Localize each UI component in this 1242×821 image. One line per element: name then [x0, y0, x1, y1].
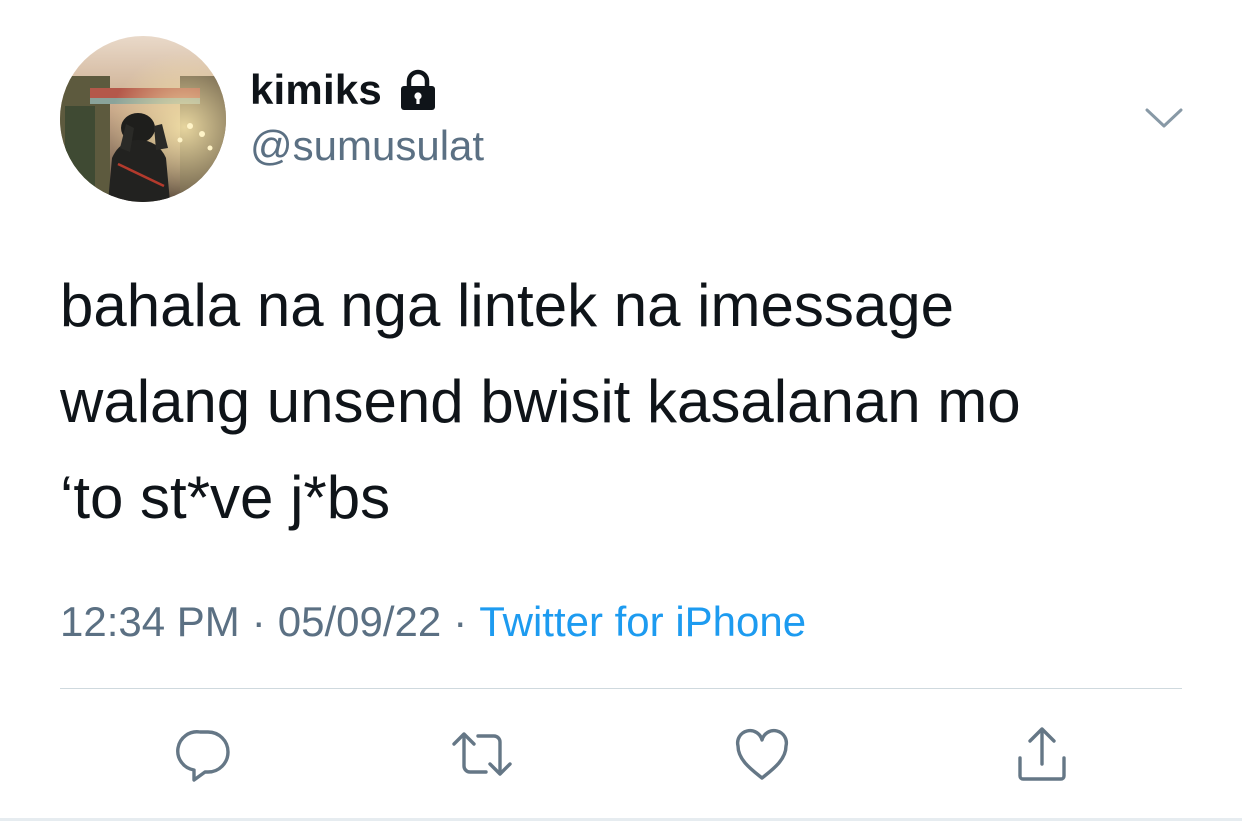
avatar-photo [60, 36, 226, 202]
separator: · [251, 598, 266, 645]
retweet-button[interactable] [450, 722, 514, 786]
reply-icon [176, 730, 230, 782]
divider [60, 688, 1182, 689]
tweet-time[interactable]: 12:34 PM [60, 598, 240, 645]
more-options-button[interactable] [1143, 102, 1185, 132]
tweet-source-link[interactable]: Twitter for iPhone [479, 598, 806, 645]
reply-button[interactable] [172, 722, 236, 786]
tweet-text: bahala na nga lintek na imessage walang … [60, 272, 1021, 531]
share-icon [1018, 727, 1066, 781]
display-name[interactable]: kimiks [250, 66, 382, 114]
action-bar [0, 722, 1242, 786]
tweet-metadata: 12:34 PM · 05/09/22 · Twitter for iPhone [60, 598, 806, 646]
share-button[interactable] [1010, 722, 1074, 786]
chevron-down-icon [1145, 108, 1183, 128]
author-name-row[interactable]: kimiks [250, 62, 440, 118]
heart-icon [735, 728, 789, 780]
separator: · [453, 598, 468, 645]
user-handle[interactable]: @sumusulat [250, 122, 484, 170]
tweet-date[interactable]: 05/09/22 [278, 598, 442, 645]
tweet-card: kimiks @sumusulat bahala na nga lintek n… [0, 0, 1242, 821]
retweet-icon [452, 732, 512, 776]
like-button[interactable] [730, 722, 794, 786]
avatar[interactable] [60, 36, 226, 202]
lock-icon [396, 68, 440, 112]
